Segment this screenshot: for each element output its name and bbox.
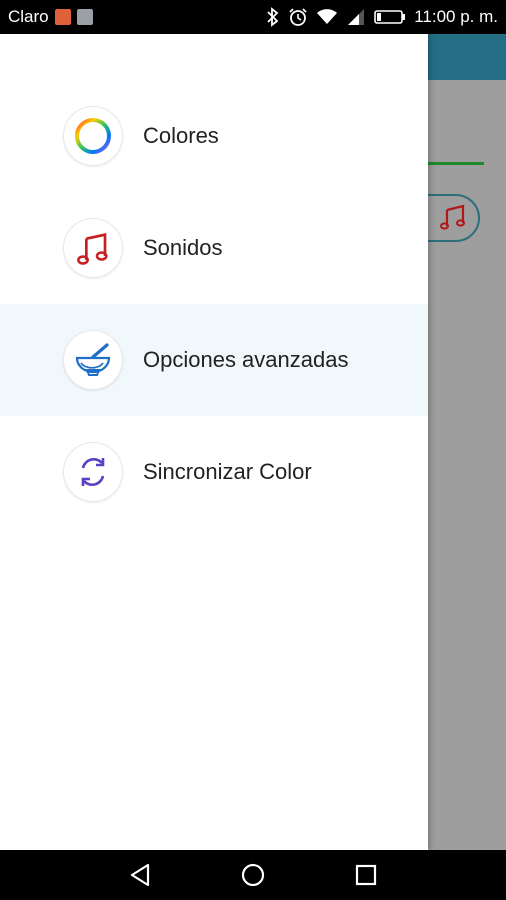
clock: 11:00 p. m. xyxy=(414,7,498,26)
drawer-item-label: Colores xyxy=(143,123,219,148)
navigation-drawer: Colores Sonidos Opciones avanzadas Sincr… xyxy=(0,34,428,850)
bluetooth-icon xyxy=(266,7,280,27)
drawer-item-label: Opciones avanzadas xyxy=(143,347,349,372)
drawer-item-sonidos[interactable]: Sonidos xyxy=(0,192,428,304)
battery-icon xyxy=(374,9,406,25)
carrier-label: Claro xyxy=(8,7,49,26)
drawer-item-opciones-avanzadas[interactable]: Opciones avanzadas xyxy=(0,304,428,416)
signal-icon xyxy=(346,8,366,26)
background-tab-indicator xyxy=(428,162,484,165)
music-note-icon xyxy=(64,219,122,277)
home-icon[interactable] xyxy=(223,850,283,900)
sync-icon xyxy=(64,443,122,501)
drawer-menu: Colores Sonidos Opciones avanzadas Sincr… xyxy=(0,80,428,528)
drawer-item-sincronizar-color[interactable]: Sincronizar Color xyxy=(0,416,428,528)
wifi-icon xyxy=(316,8,338,26)
notification-app-icon xyxy=(54,9,71,25)
status-bar: Claro 11:00 p. m. xyxy=(0,0,506,34)
music-note-icon xyxy=(438,202,468,237)
drawer-item-colores[interactable]: Colores xyxy=(0,80,428,192)
back-icon[interactable] xyxy=(111,850,171,900)
drawer-item-label: Sincronizar Color xyxy=(143,459,312,484)
drawer-item-label: Sonidos xyxy=(143,235,223,260)
system-navigation-bar xyxy=(0,850,506,900)
recents-icon[interactable] xyxy=(336,850,396,900)
image-notification-icon xyxy=(76,9,93,25)
mortar-pestle-icon xyxy=(64,331,122,389)
color-ring-icon xyxy=(64,107,122,165)
alarm-icon xyxy=(288,7,308,27)
